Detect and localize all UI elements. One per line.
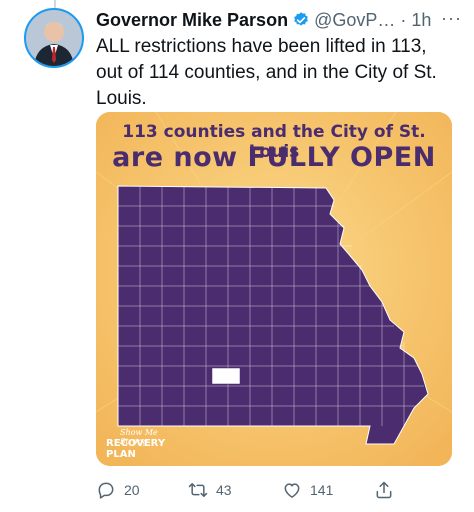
retweet-button[interactable]: 43 [188, 480, 232, 500]
retweet-icon [188, 483, 208, 497]
like-button[interactable]: 141 [282, 480, 333, 500]
like-icon [284, 483, 300, 498]
reply-count: 20 [124, 482, 140, 498]
retweet-count: 43 [216, 482, 232, 498]
like-count: 141 [310, 482, 334, 498]
verified-badge-icon [294, 12, 308, 26]
avatar[interactable] [24, 8, 84, 68]
author-handle-time[interactable]: @GovP… · 1h [314, 10, 431, 31]
closed-county [211, 367, 241, 385]
share-icon [376, 481, 392, 499]
tweet-actions: 20 43 141 [96, 478, 434, 502]
reply-icon [98, 482, 114, 499]
missouri-state-shape [117, 185, 429, 445]
tweet-header: Governor Mike Parson @GovP… · 1h [96, 8, 466, 32]
avatar-image [26, 10, 82, 66]
more-horizontal-icon[interactable]: ··· [441, 8, 462, 29]
share-button[interactable] [374, 480, 402, 500]
missouri-county-map [117, 185, 429, 445]
thread-line [54, 0, 56, 8]
author-name[interactable]: Governor Mike Parson [96, 10, 288, 31]
recovery-plan-logo: Show Me Strong RECOVERY PLAN [104, 428, 184, 462]
reply-button[interactable]: 20 [96, 480, 140, 500]
card-headline-line2: are now FULLY OPEN [112, 142, 436, 173]
logo-line2: RECOVERY PLAN [106, 438, 166, 460]
tweet-image-card[interactable]: 113 counties and the City of St. Louis a… [96, 112, 452, 466]
tweet-text: ALL restrictions have been lifted in 113… [96, 36, 437, 109]
